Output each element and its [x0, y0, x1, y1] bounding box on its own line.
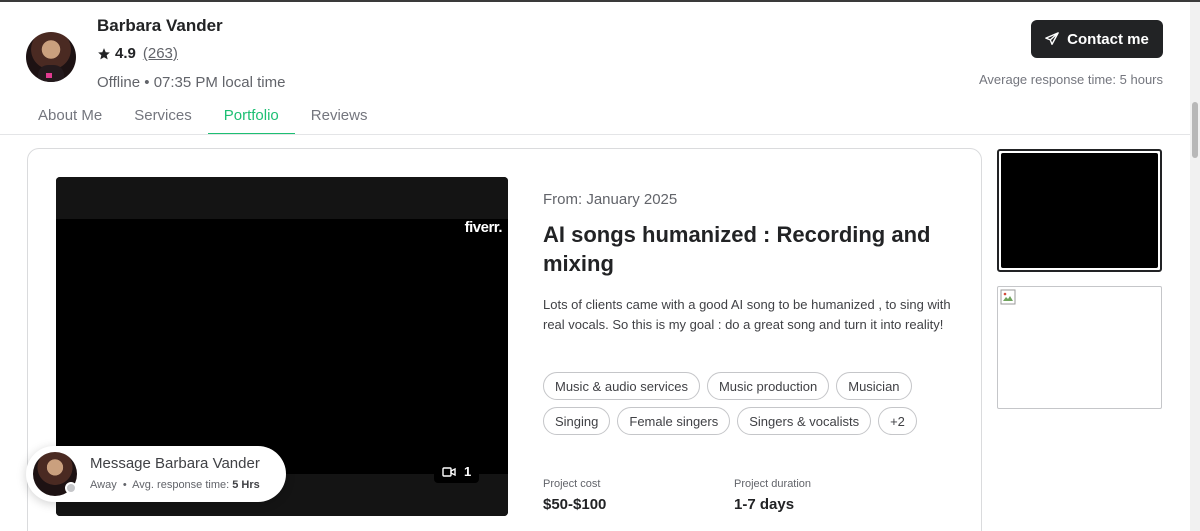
tag-chip[interactable]: Singers & vocalists — [737, 407, 872, 435]
presence-indicator — [65, 482, 77, 494]
project-duration-value: 1-7 days — [734, 496, 795, 513]
page-scrollbar[interactable] — [1190, 2, 1200, 531]
rating-count-link[interactable]: (263) — [143, 45, 178, 62]
tag-chip[interactable]: Singing — [543, 407, 611, 435]
fiverr-watermark: fiverr. — [464, 219, 503, 236]
tabs-divider — [0, 134, 1190, 135]
profile-tabs: About Me Services Portfolio Reviews — [22, 97, 383, 135]
project-tags: Music & audio services Music production … — [543, 372, 963, 435]
avg-response-value: 5 Hrs — [232, 479, 260, 491]
project-cost-value: $50-$100 — [543, 496, 607, 513]
tag-chip[interactable]: Female singers — [617, 407, 731, 435]
project-title: AI songs humanized : Recording and mixin… — [543, 222, 931, 276]
more-tags-chip[interactable]: +2 — [878, 407, 917, 435]
rating: 4.9 (263) — [97, 45, 178, 62]
average-response-time: Average response time: 5 hours — [978, 72, 1163, 87]
tag-chip[interactable]: Music & audio services — [543, 372, 700, 400]
tag-chip[interactable]: Musician — [836, 372, 912, 400]
tab-services[interactable]: Services — [118, 97, 208, 135]
avg-response-label: Avg. response time: — [132, 479, 230, 491]
online-status: Offline • 07:35 PM local time — [97, 74, 286, 91]
top-border — [0, 0, 1200, 2]
tab-about-me[interactable]: About Me — [22, 97, 118, 135]
contact-me-label: Contact me — [1067, 30, 1149, 48]
project-date: From: January 2025 — [543, 191, 678, 208]
tag-chip[interactable]: Music production — [706, 372, 830, 400]
broken-image-icon — [1000, 289, 1016, 305]
scrollbar-thumb[interactable] — [1192, 102, 1198, 158]
avatar[interactable] — [26, 32, 76, 82]
project-duration-label: Project duration — [734, 478, 812, 490]
project-cost-label: Project cost — [543, 478, 601, 490]
media-count: 1 — [464, 464, 472, 479]
video-camera-icon — [442, 466, 456, 477]
send-icon — [1045, 32, 1059, 45]
profile-name: Barbara Vander — [97, 16, 223, 35]
project-description: Lots of clients came with a good AI song… — [543, 297, 951, 332]
away-status: Away — [90, 479, 117, 491]
message-title: Message Barbara Vander — [90, 455, 260, 472]
media-count-badge: 1 — [434, 460, 480, 483]
star-icon — [98, 47, 110, 59]
rating-value: 4.9 — [115, 45, 136, 62]
status-text: Offline — [97, 74, 141, 91]
media-top-bar — [56, 177, 508, 219]
contact-me-button[interactable]: Contact me — [1031, 20, 1163, 58]
tab-reviews[interactable]: Reviews — [295, 97, 384, 135]
message-status-line: Away • Avg. response time: 5 Hrs — [90, 479, 260, 491]
tab-portfolio[interactable]: Portfolio — [207, 97, 295, 135]
message-seller-bubble[interactable]: Message Barbara Vander Away • Avg. respo… — [26, 446, 286, 502]
local-time: 07:35 PM local time — [153, 74, 286, 91]
portfolio-thumbnail-selected[interactable] — [997, 149, 1162, 272]
thumbnail-image — [1001, 153, 1158, 268]
avatar-accent — [46, 73, 52, 78]
portfolio-thumbnail[interactable] — [997, 286, 1162, 409]
